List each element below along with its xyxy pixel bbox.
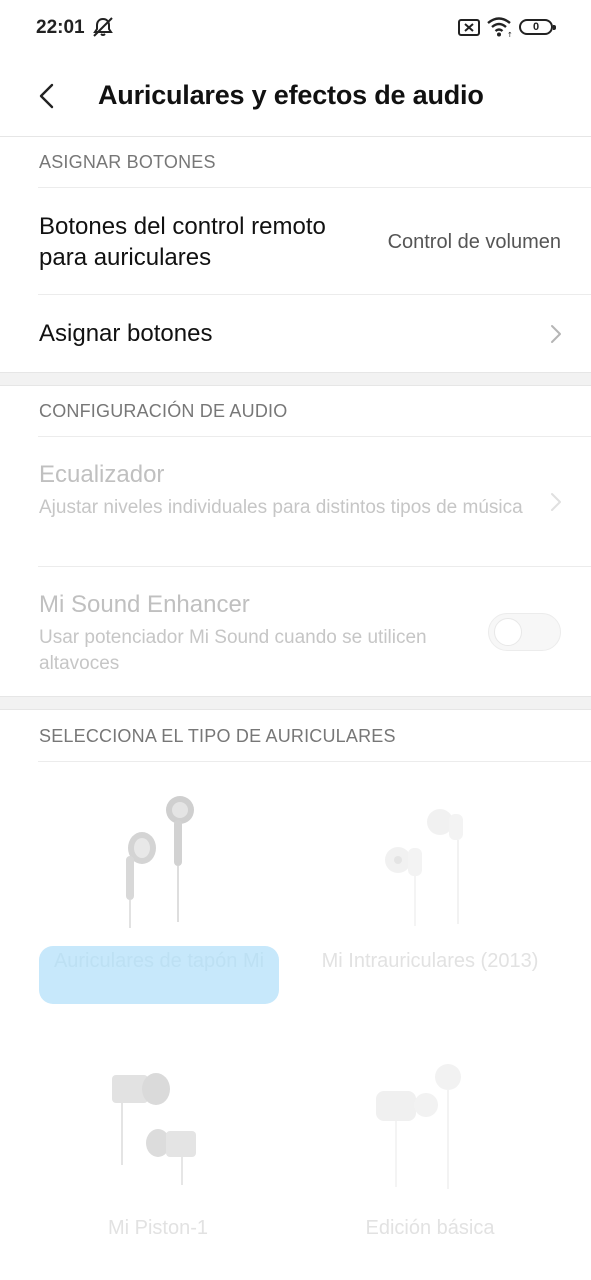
section-separator bbox=[0, 696, 591, 710]
section-label-assign-buttons: ASIGNAR BOTONES bbox=[39, 152, 216, 172]
headphone-option-label: Auriculares de tapón Mi bbox=[39, 946, 279, 1004]
back-button[interactable] bbox=[30, 78, 66, 114]
back-chevron-icon bbox=[39, 83, 54, 109]
header: Auriculares y efectos de audio bbox=[0, 56, 591, 137]
sound-enhancer-subtitle: Usar potenciador Mi Sound cuando se util… bbox=[39, 627, 427, 674]
piston-headphones-icon bbox=[112, 1073, 196, 1185]
page-title: Auriculares y efectos de audio bbox=[98, 80, 484, 110]
svg-text:↑↓: ↑↓ bbox=[507, 31, 513, 37]
chevron-right-icon bbox=[551, 325, 561, 343]
section-label-headphone-type: SELECCIONA EL TIPO DE AURICULARES bbox=[39, 726, 396, 746]
equalizer-row[interactable]: Ecualizador Ajustar niveles individuales… bbox=[0, 437, 591, 566]
status-time: 22:01 bbox=[36, 17, 85, 38]
headphone-option-mi-earphones[interactable]: Auriculares de tapón Mi bbox=[38, 780, 279, 1010]
headphone-option-mi-piston-1[interactable]: Mi Piston-1 bbox=[38, 1045, 278, 1245]
chevron-right-icon bbox=[551, 493, 561, 511]
headphone-option-mi-in-ear-2013[interactable]: Mi Intrauriculares (2013) bbox=[310, 780, 550, 1010]
assign-buttons-row[interactable]: Asignar botones bbox=[0, 295, 591, 372]
headphone-option-basic-edition[interactable]: Edición básica bbox=[310, 1045, 550, 1245]
wifi-icon: ↑↓ bbox=[487, 17, 519, 42]
assign-buttons-title: Asignar botones bbox=[39, 320, 213, 347]
battery-icon: 0 bbox=[519, 19, 556, 35]
equalizer-title: Ecualizador bbox=[39, 461, 165, 488]
sound-enhancer-row: Mi Sound Enhancer Usar potenciador Mi So… bbox=[0, 567, 591, 696]
sound-enhancer-title: Mi Sound Enhancer bbox=[39, 591, 250, 618]
equalizer-subtitle: Ajustar niveles individuales para distin… bbox=[39, 497, 523, 518]
basic-headphones-icon bbox=[376, 1064, 461, 1189]
in-ear-headphones-icon bbox=[385, 809, 463, 926]
remote-buttons-value: Control de volumen bbox=[387, 231, 561, 253]
remote-buttons-row[interactable]: Botones del control remoto para auricula… bbox=[0, 188, 591, 294]
alarm-off-icon bbox=[92, 16, 114, 43]
section-label-audio-settings: CONFIGURACIÓN DE AUDIO bbox=[39, 401, 288, 421]
headphone-option-label: Mi Intrauriculares (2013) bbox=[321, 950, 539, 972]
section-separator bbox=[0, 372, 591, 386]
sim-error-icon bbox=[458, 19, 480, 41]
status-bar: 22:01 ↑↓ 0 bbox=[0, 0, 591, 56]
divider bbox=[38, 761, 591, 762]
sound-enhancer-toggle[interactable] bbox=[488, 613, 561, 651]
remote-buttons-title: Botones del control remoto para auricula… bbox=[39, 213, 326, 271]
headphone-option-label: Mi Piston-1 bbox=[107, 1217, 209, 1239]
earbud-headphones-icon bbox=[126, 796, 194, 928]
headphone-option-label: Edición básica bbox=[365, 1217, 495, 1239]
toggle-knob bbox=[494, 618, 522, 646]
